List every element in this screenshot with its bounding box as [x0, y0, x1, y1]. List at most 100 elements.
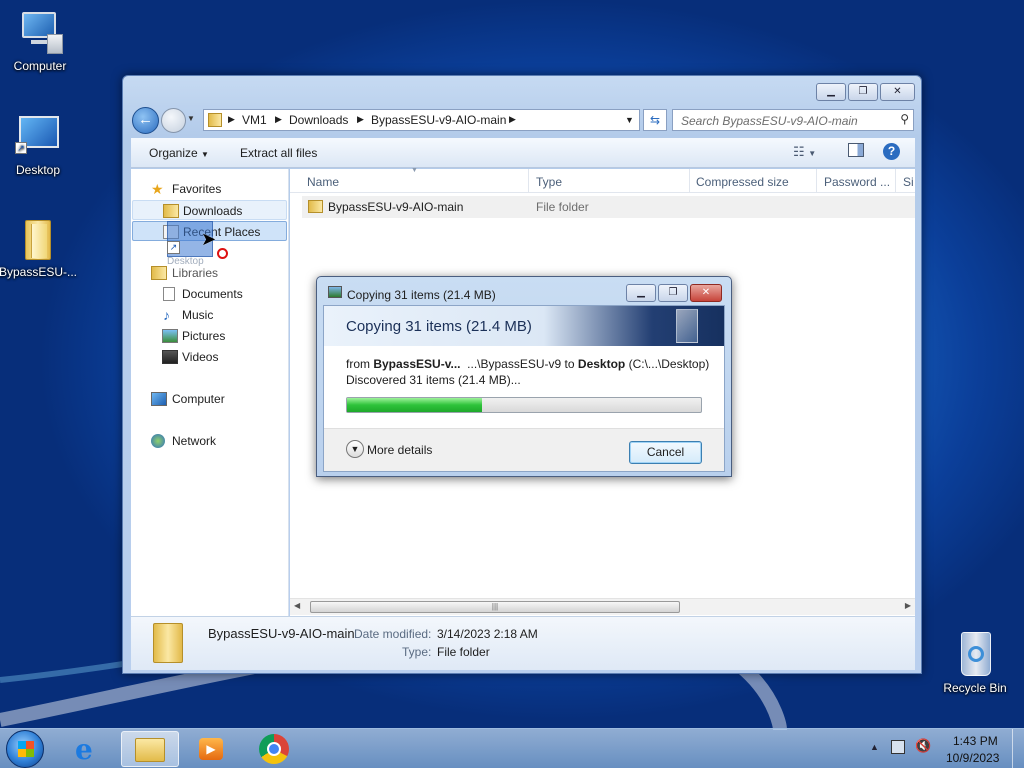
to-word: to	[564, 357, 575, 371]
chevron-right-icon: ▶	[509, 114, 516, 124]
desktop-icon-label: Computer	[13, 59, 67, 73]
column-type[interactable]: Type	[536, 175, 562, 189]
nav-label: Documents	[182, 287, 243, 301]
chevron-right-icon: ▶	[228, 114, 235, 124]
clock-time[interactable]: 1:43 PM	[953, 734, 998, 748]
taskbar-media-player[interactable]: ▶	[182, 731, 240, 767]
nav-documents[interactable]: Documents	[131, 284, 289, 304]
breadcrumb-current[interactable]: BypassESU-v9-AIO-main	[371, 113, 506, 127]
breadcrumb-vm1[interactable]: VM1	[242, 113, 267, 127]
nav-label: Libraries	[172, 266, 219, 280]
forward-button[interactable]	[161, 108, 186, 133]
progress-fill	[347, 398, 482, 412]
music-icon: ♪	[163, 307, 170, 323]
desktop-icon-desktop[interactable]: ↗ Desktop	[0, 114, 78, 177]
nav-computer[interactable]: Computer	[131, 389, 289, 409]
search-input[interactable]: Search BypassESU-v9-AIO-main ⚲	[672, 109, 914, 131]
dialog-footer: ▼ More details Cancel	[324, 428, 724, 471]
horizontal-scrollbar[interactable]: ◀ ||| ▶	[290, 598, 915, 615]
nav-label: Videos	[182, 350, 219, 364]
folder-icon	[135, 738, 165, 762]
videos-icon	[162, 350, 178, 364]
discovered-status: Discovered 31 items (21.4 MB)...	[346, 373, 521, 387]
show-hidden-icons-icon[interactable]: ▲	[870, 742, 879, 752]
breadcrumb-downloads[interactable]: Downloads	[289, 113, 348, 127]
taskbar-explorer[interactable]	[121, 731, 179, 767]
nav-downloads[interactable]: Downloads	[132, 200, 287, 220]
more-details-label: More details	[367, 443, 433, 457]
cancel-button[interactable]: Cancel	[629, 441, 702, 464]
no-drop-icon	[217, 248, 228, 259]
preview-pane-icon[interactable]	[848, 143, 864, 157]
copy-dialog[interactable]: Copying 31 items (21.4 MB) ▁ ❐ ✕ Copying…	[316, 276, 732, 477]
search-placeholder: Search BypassESU-v9-AIO-main	[681, 114, 858, 128]
column-name[interactable]: Name	[307, 175, 339, 189]
scroll-left-icon[interactable]: ◀	[294, 601, 300, 610]
folder-icon	[308, 200, 323, 213]
computer-icon	[17, 10, 63, 56]
close-button[interactable]: ✕	[880, 83, 915, 101]
history-dropdown-icon[interactable]: ▼	[187, 114, 195, 123]
column-password[interactable]: Password ...	[824, 175, 890, 189]
row-type: File folder	[536, 200, 589, 214]
nav-favorites[interactable]: ★ Favorites	[131, 179, 289, 199]
media-player-icon: ▶	[199, 738, 223, 760]
taskbar-ie[interactable]: e	[62, 731, 120, 767]
dialog-heading: Copying 31 items (21.4 MB)	[346, 318, 532, 335]
refresh-button[interactable]: ⇆	[643, 109, 667, 131]
column-compressed-size[interactable]: Compressed size	[696, 175, 789, 189]
folder-icon	[15, 216, 61, 262]
scrollbar-thumb[interactable]: |||	[310, 601, 680, 613]
scroll-right-icon[interactable]: ▶	[905, 601, 911, 610]
address-bar[interactable]: ▶ VM1 ▶ Downloads ▶ BypassESU-v9-AIO-mai…	[203, 109, 640, 131]
nav-label: Computer	[172, 392, 225, 406]
desktop-shortcut-icon: ↗	[15, 114, 61, 160]
folder-icon	[153, 623, 183, 663]
dialog-maximize-button[interactable]: ❐	[658, 284, 688, 302]
chevron-down-circle-icon: ▼	[346, 440, 364, 458]
chevron-down-icon: ▼	[201, 150, 209, 159]
column-size[interactable]: Si	[903, 175, 914, 189]
minimize-button[interactable]: ▁	[816, 83, 846, 101]
documents-icon	[163, 287, 175, 301]
table-row[interactable]: BypassESU-v9-AIO-main File folder	[302, 196, 915, 218]
organize-button[interactable]: Organize ▼	[149, 146, 209, 160]
details-modified-value: 3/14/2023 2:18 AM	[437, 627, 538, 641]
nav-label: Music	[182, 308, 214, 322]
pictures-icon	[162, 329, 178, 343]
dialog-body: Copying 31 items (21.4 MB) from BypassES…	[323, 305, 725, 472]
dialog-minimize-button[interactable]: ▁	[626, 284, 656, 302]
command-bar: Organize ▼ Extract all files ☷ ▼ ?	[131, 138, 915, 168]
internet-explorer-icon: e	[75, 733, 93, 766]
extract-all-button[interactable]: Extract all files	[240, 146, 317, 160]
start-button[interactable]	[6, 730, 44, 768]
clock-date[interactable]: 10/9/2023	[946, 751, 999, 765]
taskbar-chrome[interactable]	[245, 731, 303, 767]
desktop-icon-label: BypassESU-...	[0, 265, 78, 279]
view-options-icon[interactable]: ☷ ▼	[793, 144, 816, 160]
help-icon[interactable]: ?	[883, 143, 900, 160]
volume-muted-icon[interactable]: 🔇	[915, 738, 931, 754]
maximize-button[interactable]: ❐	[848, 83, 878, 101]
show-desktop-button[interactable]	[1012, 729, 1024, 768]
nav-network[interactable]: Network	[131, 431, 289, 451]
star-icon: ★	[151, 181, 164, 197]
folder-icon	[163, 204, 179, 218]
taskbar: e ▶ ▲ 🔇 1:43 PM 10/9/2023	[0, 728, 1024, 768]
nav-videos[interactable]: Videos	[131, 347, 289, 367]
dialog-close-button[interactable]: ✕	[690, 284, 722, 302]
nav-libraries[interactable]: Libraries	[131, 263, 289, 283]
desktop-icon-computer[interactable]: Computer	[0, 10, 80, 73]
address-dropdown-icon[interactable]: ▼	[625, 115, 634, 125]
nav-label: Downloads	[183, 204, 243, 218]
details-type-label: Type:	[402, 645, 432, 659]
nav-music[interactable]: ♪ Music	[131, 305, 289, 325]
desktop-icon-folder[interactable]: BypassESU-...	[0, 216, 78, 279]
network-tray-icon[interactable]	[891, 740, 905, 754]
nav-pictures[interactable]: Pictures	[131, 326, 289, 346]
cursor-arrow-icon: ➤	[201, 229, 217, 249]
back-button[interactable]: ←	[132, 107, 159, 134]
libraries-icon	[151, 266, 167, 280]
shortcut-arrow-icon: ↗	[167, 241, 180, 254]
dialog-header: Copying 31 items (21.4 MB)	[324, 306, 724, 346]
